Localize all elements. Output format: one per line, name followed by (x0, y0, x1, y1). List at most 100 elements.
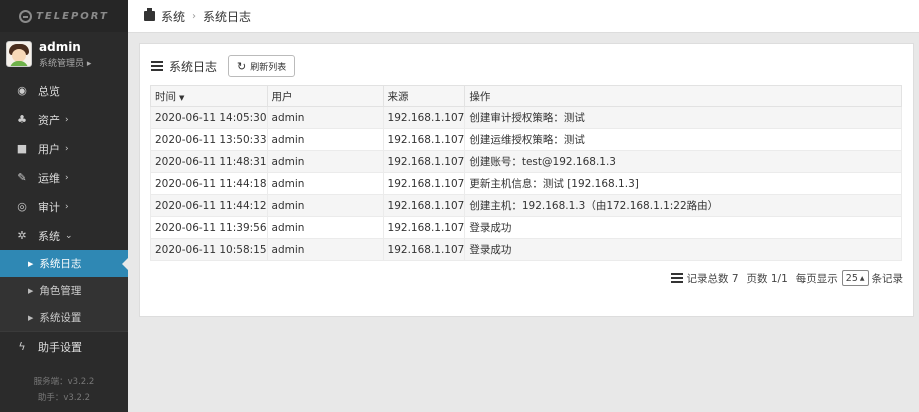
sidebar-item-label: 助手设置 (38, 340, 82, 354)
sidebar: TELEPORT admin 系统管理员 ▸ ◉ 总览 ♣ 资产 › ■ 用户 › ✎ 运维 › ◎ 审… (0, 0, 128, 412)
user-block[interactable]: admin 系统管理员 ▸ (0, 32, 128, 76)
server-version: 服务端：v3.2.2 (33, 377, 95, 387)
table-cell: 192.168.1.107 (382, 172, 466, 195)
sidebar-item-4[interactable]: ◎ 审计 › (0, 192, 128, 221)
column-header-source: 来源 (382, 85, 466, 107)
column-header-time[interactable]: 时间 ▼ (150, 85, 268, 107)
refresh-label: 刷新列表 (250, 62, 287, 73)
sidebar-item-label: 用户 (38, 142, 60, 156)
table-row: 2020-06-11 11:48:31 admin 192.168.1.107 创建账… (150, 150, 902, 173)
caret-up-icon: ▲ (859, 274, 865, 282)
sidebar-item-label: 系统 (38, 229, 60, 243)
sidebar-item-3[interactable]: ✎ 运维 › (0, 163, 128, 192)
dashboard-icon: ◉ (17, 84, 27, 97)
table-row: 2020-06-11 13:50:33 admin 192.168.1.107 创建运… (150, 128, 902, 151)
sidebar-item-5[interactable]: ✲ 系统 ⌄ (0, 221, 128, 250)
sidebar-item-1[interactable]: ♣ 资产 › (0, 105, 128, 134)
user-name: admin (39, 39, 81, 54)
sidebar-subitem-label: 系统日志 (39, 258, 82, 270)
eye-icon: ◎ (17, 200, 27, 213)
version-footer: 服务端：v3.2.2 助手：v3.2.2 (0, 374, 128, 406)
caret-right-icon: ▶ (28, 259, 34, 268)
table-row: 2020-06-11 14:05:30 admin 192.168.1.107 创建审… (150, 106, 902, 129)
address-card-icon: ■ (16, 142, 28, 155)
gear-icon: ✲ (17, 229, 27, 242)
table-cell: admin (266, 172, 384, 195)
table-cell: 2020-06-11 11:44:18 (150, 172, 268, 195)
breadcrumb-separator: › (192, 10, 197, 22)
pagination: 记录总数 7 页数 1/1 每页显示 25 ▲ 条记录 (670, 270, 904, 286)
sidebar-item-assistant[interactable]: ϟ 助手设置 (0, 332, 128, 361)
table-cell: 2020-06-11 11:44:12 (150, 194, 268, 217)
table-cell: 2020-06-11 10:58:15 (150, 238, 268, 261)
refresh-icon: ↻ (237, 59, 247, 73)
table-cell: 登录成功 (464, 216, 902, 239)
records-suffix: 条记录 (871, 272, 904, 285)
logo: TELEPORT (0, 0, 128, 32)
sidebar-subitem-label: 角色管理 (39, 285, 82, 297)
table-cell: 2020-06-11 13:50:33 (150, 128, 268, 151)
list-icon (670, 273, 683, 283)
assistant-version: 助手：v3.2.2 (37, 393, 91, 403)
table-cell: admin (266, 194, 384, 217)
chevron-icon: ⌄ (65, 230, 73, 241)
breadcrumb-root[interactable]: 系统 (161, 8, 185, 25)
table-cell: 2020-06-11 11:48:31 (150, 150, 268, 173)
bolt-icon: ϟ (18, 340, 26, 353)
table-cell: 创建审计授权策略：测试 (464, 106, 902, 129)
log-panel: 系统日志 ↻ 刷新列表 时间 ▼ 用户 来源 操作 2020-06-11 14:0… (139, 43, 914, 317)
user-role[interactable]: 系统管理员 ▸ (39, 56, 91, 69)
table-row: 2020-06-11 10:58:15 admin 192.168.1.107 登录成… (150, 238, 902, 261)
caret-right-icon: ▶ (28, 313, 34, 322)
table-cell: admin (266, 106, 384, 129)
caret-right-icon: ▶ (28, 286, 34, 295)
column-header-operation: 操作 (464, 85, 902, 107)
briefcase-icon (144, 8, 155, 21)
table-cell: 192.168.1.107 (382, 150, 466, 173)
page-size-select[interactable]: 25 ▲ (841, 270, 869, 286)
table-header-row: 时间 ▼ 用户 来源 操作 (150, 85, 902, 107)
table-cell: admin (266, 128, 384, 151)
breadcrumb: 系统 › 系统日志 (128, 0, 919, 33)
chevron-icon: › (65, 143, 69, 154)
table-cell: 登录成功 (464, 238, 902, 261)
table-cell: 192.168.1.107 (382, 238, 466, 261)
list-icon (151, 61, 163, 71)
table-cell: admin (266, 216, 384, 239)
sort-desc-icon: ▼ (179, 93, 185, 102)
page-count: 页数 1/1 (746, 272, 788, 285)
table-cell: admin (266, 150, 384, 173)
log-table: 时间 ▼ 用户 来源 操作 2020-06-11 14:05:30 admin 192… (150, 85, 902, 261)
sidebar-item-0[interactable]: ◉ 总览 (0, 76, 128, 105)
record-total: 记录总数 7 (686, 272, 739, 285)
breadcrumb-current: 系统日志 (203, 9, 252, 24)
table-cell: 192.168.1.107 (382, 194, 466, 217)
chevron-icon: › (65, 172, 69, 183)
refresh-list-button[interactable]: ↻ 刷新列表 (228, 55, 296, 77)
sidebar-item-label: 资产 (38, 113, 60, 127)
table-cell: 2020-06-11 11:39:56 (150, 216, 268, 239)
panel-title: 系统日志 (169, 59, 218, 74)
table-cell: 192.168.1.107 (382, 216, 466, 239)
sidebar-item-label: 总览 (38, 84, 60, 98)
wrench-icon: ✎ (17, 171, 27, 184)
logo-text: TELEPORT (36, 10, 109, 22)
chevron-icon: › (65, 201, 69, 212)
sidebar-subitem-label: 系统设置 (39, 312, 82, 324)
sidebar-item-2[interactable]: ■ 用户 › (0, 134, 128, 163)
avatar[interactable] (6, 41, 32, 67)
sidebar-item-label: 运维 (38, 171, 60, 185)
table-cell: admin (266, 238, 384, 261)
teleport-logo-icon (19, 9, 33, 23)
table-cell: 创建账号：test@192.168.1.3 (464, 150, 902, 173)
table-cell: 创建主机：192.168.1.3（由172.168.1.1:22路由） (464, 194, 902, 217)
sidebar-item-label: 审计 (38, 200, 60, 214)
sidebar-subitem-0[interactable]: ▶ 系统日志 (0, 250, 128, 277)
cubes-icon: ♣ (17, 113, 27, 126)
sidebar-subitem-1[interactable]: ▶ 角色管理 (0, 277, 128, 304)
column-header-user: 用户 (266, 85, 384, 107)
chevron-icon: › (65, 114, 69, 125)
sidebar-subitem-2[interactable]: ▶ 系统设置 (0, 304, 128, 331)
table-row: 2020-06-11 11:39:56 admin 192.168.1.107 登录成… (150, 216, 902, 239)
table-cell: 2020-06-11 14:05:30 (150, 106, 268, 129)
